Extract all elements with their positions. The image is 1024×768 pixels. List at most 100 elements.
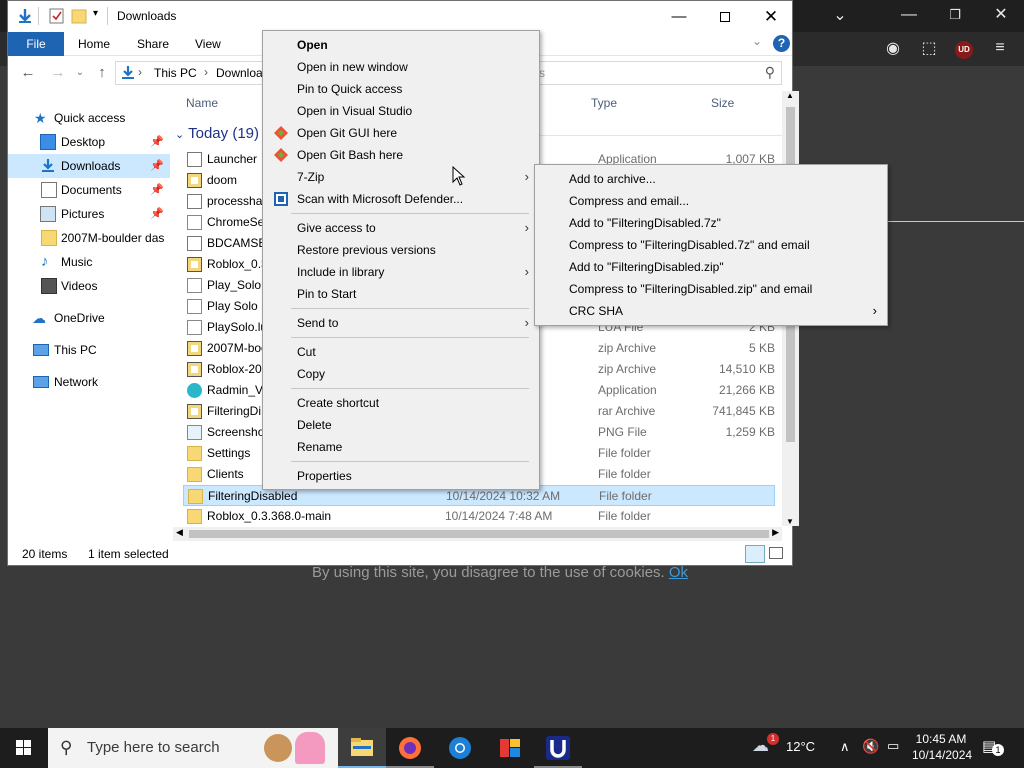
menu-item-restore-previous-versions[interactable]: Restore previous versions bbox=[263, 239, 539, 261]
nav-2007m-boulder[interactable]: 2007M-boulder das bbox=[8, 226, 170, 250]
properties-icon[interactable] bbox=[49, 7, 65, 25]
search-input[interactable]: s ⚲ bbox=[538, 61, 782, 85]
new-folder-icon[interactable] bbox=[71, 7, 87, 25]
horizontal-scrollbar[interactable]: ◀ ▶ bbox=[173, 527, 782, 541]
menu-item-open-git-gui-here[interactable]: Open Git GUI here bbox=[263, 122, 539, 144]
menu-item-rename[interactable]: Rename bbox=[263, 436, 539, 458]
customize-toolbar-icon[interactable]: ▾ bbox=[93, 8, 98, 19]
menu-item-create-shortcut[interactable]: Create shortcut bbox=[263, 392, 539, 414]
menu-item-copy[interactable]: Copy bbox=[263, 363, 539, 385]
details-view-icon[interactable] bbox=[745, 545, 765, 563]
temperature: 12°C bbox=[786, 739, 816, 754]
column-header-type[interactable]: Type bbox=[591, 96, 617, 110]
tab-view[interactable]: View bbox=[195, 32, 221, 56]
up-icon[interactable]: ↑ bbox=[92, 63, 112, 83]
menu-icon[interactable]: ≡ bbox=[988, 38, 1012, 58]
tab-share[interactable]: Share bbox=[137, 32, 169, 56]
menu-item-open[interactable]: Open bbox=[263, 34, 539, 56]
minimize-icon[interactable]: — bbox=[897, 5, 921, 25]
back-icon[interactable]: ← bbox=[18, 63, 38, 83]
close-button[interactable]: ✕ bbox=[748, 1, 794, 32]
tab-list-icon[interactable]: ⌄ bbox=[828, 6, 852, 26]
cupcake-doodle-icon[interactable] bbox=[295, 732, 325, 764]
start-button[interactable] bbox=[0, 728, 48, 768]
menu-item-pin-to-quick-access[interactable]: Pin to Quick access bbox=[263, 78, 539, 100]
ublock-extension-icon[interactable]: UD bbox=[952, 38, 976, 59]
nav-videos[interactable]: Videos bbox=[8, 274, 170, 298]
scroll-left-icon[interactable]: ◀ bbox=[176, 527, 183, 538]
tab-home[interactable]: Home bbox=[78, 32, 110, 56]
help-icon[interactable]: ? bbox=[773, 35, 790, 52]
submenu-item-4[interactable]: Add to "FilteringDisabled.zip" bbox=[535, 256, 887, 278]
nav-network[interactable]: Network bbox=[8, 370, 170, 394]
taskbar-app-colorful[interactable] bbox=[486, 728, 534, 768]
menu-item-include-in-library[interactable]: Include in library › bbox=[263, 261, 539, 283]
notification-center[interactable]: ▤ 1 bbox=[982, 737, 1004, 757]
menu-item-scan-with-microsoft-defender[interactable]: Scan with Microsoft Defender... bbox=[263, 188, 539, 210]
menu-item-open-in-visual-studio[interactable]: Open in Visual Studio bbox=[263, 100, 539, 122]
submenu-item-5[interactable]: Compress to "FilteringDisabled.zip" and … bbox=[535, 278, 887, 300]
taskbar-search-box[interactable]: ⚲ Type here to search bbox=[48, 728, 338, 768]
file-row[interactable]: Roblox_0.3.368.0-main 10/14/2024 7:48 AM F… bbox=[183, 506, 775, 527]
taskbar-chrome[interactable] bbox=[436, 728, 484, 768]
maximize-button[interactable] bbox=[702, 1, 748, 32]
submenu-item-1[interactable]: Compress and email... bbox=[535, 190, 887, 212]
column-header-name[interactable]: Name bbox=[186, 96, 218, 110]
breadcrumb-downloads[interactable]: Downloads bbox=[216, 66, 264, 80]
nav-documents[interactable]: Documents 📌 bbox=[8, 178, 170, 202]
volume-muted-icon[interactable]: 🔇 bbox=[862, 738, 879, 755]
taskbar-firefox[interactable] bbox=[386, 728, 434, 768]
maximize-icon[interactable]: ❐ bbox=[943, 5, 967, 25]
download-icon bbox=[42, 159, 54, 172]
show-hidden-icons[interactable]: ∧ bbox=[840, 739, 850, 755]
menu-item-send-to[interactable]: Send to › bbox=[263, 312, 539, 334]
menu-item-cut[interactable]: Cut bbox=[263, 341, 539, 363]
menu-item-properties[interactable]: Properties bbox=[263, 465, 539, 487]
weather-alert-badge: 1 bbox=[767, 733, 779, 745]
submenu-item-3[interactable]: Compress to "FilteringDisabled.7z" and e… bbox=[535, 234, 887, 256]
taskbar-file-explorer[interactable] bbox=[338, 728, 386, 768]
close-icon[interactable]: ✕ bbox=[989, 5, 1013, 25]
submenu-item-2[interactable]: Add to "FilteringDisabled.7z" bbox=[535, 212, 887, 234]
large-icons-view-icon[interactable] bbox=[769, 547, 783, 559]
scroll-up-icon[interactable]: ▲ bbox=[786, 91, 794, 100]
minimize-button[interactable]: — bbox=[656, 1, 702, 32]
weather-widget[interactable]: ☁ 1 12°C bbox=[752, 733, 815, 756]
account-icon[interactable]: ◉ bbox=[881, 39, 905, 59]
nav-pictures[interactable]: Pictures 📌 bbox=[8, 202, 170, 226]
address-bar[interactable]: › This PC › Downloads bbox=[115, 61, 265, 85]
nav-quick-access[interactable]: ★ Quick access bbox=[8, 106, 170, 130]
menu-item-pin-to-start[interactable]: Pin to Start bbox=[263, 283, 539, 305]
submenu-item-0[interactable]: Add to archive... bbox=[535, 168, 887, 190]
nav-onedrive[interactable]: ☁ OneDrive bbox=[8, 306, 170, 330]
network-icon[interactable]: ▭ bbox=[887, 738, 899, 754]
nav-downloads[interactable]: Downloads 📌 bbox=[8, 154, 170, 178]
recent-locations-icon[interactable]: ⌄ bbox=[70, 63, 90, 83]
cookie-ok-link[interactable]: Ok bbox=[669, 564, 688, 581]
extensions-icon[interactable]: ⬚ bbox=[917, 39, 941, 59]
scroll-right-icon[interactable]: ▶ bbox=[772, 527, 779, 538]
nav-this-pc[interactable]: This PC bbox=[8, 338, 170, 362]
menu-item-delete[interactable]: Delete bbox=[263, 414, 539, 436]
menu-item-7-zip[interactable]: 7-Zip › bbox=[263, 166, 539, 188]
taskbar-app-u[interactable] bbox=[534, 728, 582, 768]
column-header-size[interactable]: Size bbox=[711, 96, 734, 110]
group-header-today[interactable]: ⌄ Today (19) bbox=[175, 125, 259, 142]
archive-icon bbox=[187, 362, 202, 377]
file-size: 21,266 KB bbox=[718, 383, 775, 397]
nav-music[interactable]: ♪ Music bbox=[8, 250, 170, 274]
cookie-doodle-icon[interactable] bbox=[264, 734, 292, 762]
breadcrumb-this-pc[interactable]: This PC bbox=[154, 66, 197, 80]
download-arrow-icon[interactable] bbox=[16, 7, 34, 25]
horizontal-scroll-thumb[interactable] bbox=[189, 530, 769, 538]
submenu-item-6[interactable]: CRC SHA › bbox=[535, 300, 887, 322]
nav-desktop[interactable]: Desktop 📌 bbox=[8, 130, 170, 154]
menu-item-open-in-new-window[interactable]: Open in new window bbox=[263, 56, 539, 78]
menu-item-open-git-bash-here[interactable]: Open Git Bash here bbox=[263, 144, 539, 166]
clock[interactable]: 10:45 AM 10/14/2024 bbox=[912, 732, 972, 762]
expand-ribbon-icon[interactable]: ⌄ bbox=[752, 34, 762, 48]
menu-item-give-access-to[interactable]: Give access to › bbox=[263, 217, 539, 239]
scroll-down-icon[interactable]: ▼ bbox=[786, 517, 794, 526]
tab-file[interactable]: File bbox=[8, 32, 64, 56]
forward-icon[interactable]: → bbox=[48, 63, 68, 83]
